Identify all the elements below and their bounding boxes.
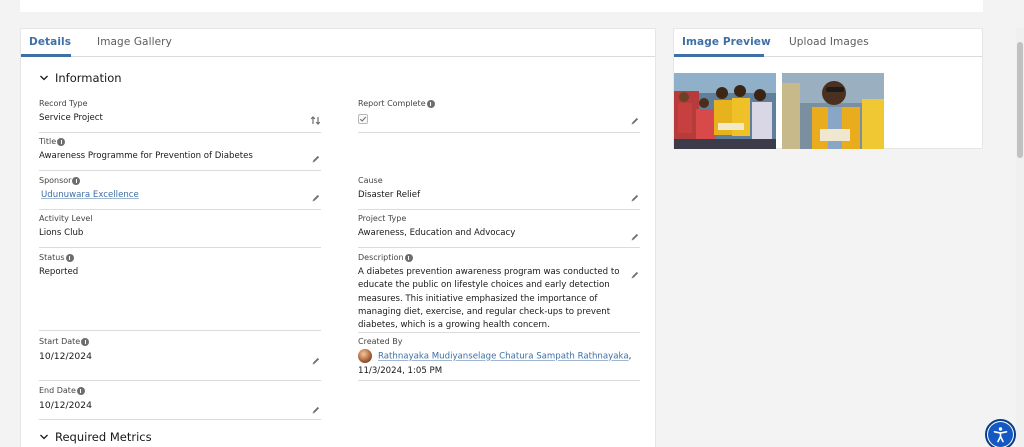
field-project-type: Project Type Awareness, Education and Ad… [358,213,640,248]
accessibility-icon-bg [988,422,1013,447]
preview-image[interactable] [674,73,776,149]
project-type-value: Awareness, Education and Advocacy [358,228,516,238]
section-information-title: Information [55,71,122,85]
event-photo-2 [782,73,884,149]
tab-image-preview[interactable]: Image Preview [682,36,771,48]
created-by-user-link[interactable]: Rathnayaka Mudiyanselage Chatura Sampath… [378,352,629,362]
accessibility-button[interactable] [985,419,1016,447]
page-scrollbar[interactable] [1016,28,1024,447]
record-type-label: Record Type [39,99,88,108]
accessibility-icon [993,427,1008,443]
created-by-label: Created By [358,337,403,346]
end-date-value: 10/12/2024 [39,400,92,411]
preview-image[interactable] [782,73,884,149]
end-date-label-row: End Date [39,385,321,396]
section-required-metrics-toggle[interactable]: Required Metrics [39,430,152,444]
start-date-label: Start Date [39,337,81,346]
field-title: Title Awareness Programme for Prevention… [39,136,321,171]
cause-label: Cause [358,176,383,185]
activity-level-value: Lions Club [39,228,84,238]
start-date-label-row: Start Date [39,336,321,347]
report-complete-label-row: Report Complete [358,98,640,109]
end-date-label: End Date [39,386,76,395]
checkmark-icon [359,116,367,122]
section-required-metrics-title: Required Metrics [55,430,152,444]
title-label-row: Title [39,136,321,147]
field-report-complete: Report Complete [358,98,640,133]
created-by-value: Rathnayaka Mudiyanselage Chatura Sampath… [358,349,640,378]
status-label-row: Status [39,252,321,263]
pencil-icon[interactable] [311,405,321,415]
description-value: A diabetes prevention awareness program … [358,266,640,332]
description-line: measures. This initiative emphasized the… [358,293,598,304]
pencil-icon[interactable] [311,154,321,164]
swap-icon[interactable] [310,115,321,126]
top-card [20,0,983,12]
pencil-icon[interactable] [311,356,321,366]
info-icon[interactable] [57,137,66,146]
field-description: Description A diabetes prevention awaren… [358,252,640,333]
start-date-value: 10/12/2024 [39,351,92,362]
description-line: educate the public on lifestyle choices … [358,280,610,291]
chevron-down-icon [40,434,48,440]
pencil-icon[interactable] [630,116,640,126]
pencil-icon[interactable] [630,270,640,280]
status-label: Status [39,253,65,262]
field-start-date: Start Date 10/12/2024 [39,336,321,381]
report-complete-label: Report Complete [358,99,426,108]
cause-value: Disaster Relief [358,190,421,200]
info-icon[interactable] [76,386,85,395]
pencil-icon[interactable] [311,193,321,203]
field-activity-level: Activity Level Lions Club [39,213,321,248]
report-complete-checkbox[interactable] [358,114,368,124]
title-value: Awareness Programme for Prevention of Di… [39,151,253,161]
field-cause: Cause Disaster Relief [358,175,640,210]
image-preview-card: Image Preview Upload Images [673,28,983,149]
field-created-by: Created By Rathnayaka Mudiyanselage Chat… [358,336,640,381]
chevron-down-icon [40,75,48,81]
info-icon[interactable] [426,99,435,108]
pencil-icon[interactable] [630,193,640,203]
field-status: Status Reported [39,252,321,331]
tab-image-gallery[interactable]: Image Gallery [97,36,172,48]
record-type-value: Service Project [39,113,103,123]
event-photo-1 [674,73,776,149]
pencil-icon[interactable] [630,232,640,242]
description-line: diabetes, which is a growing health conc… [358,320,550,331]
info-icon[interactable] [65,253,74,262]
field-sponsor: Sponsor Udunuwara Excellence [39,175,321,210]
info-icon[interactable] [72,176,81,185]
field-end-date: End Date 10/12/2024 [39,385,321,420]
description-label-row: Description [358,252,640,263]
image-tabs: Image Preview Upload Images [674,29,982,57]
sponsor-label: Sponsor [39,176,72,185]
created-by-separator: , [628,351,632,362]
section-information-toggle[interactable]: Information [39,71,122,85]
sponsor-link[interactable]: Udunuwara Excellence [41,190,139,200]
activity-level-label: Activity Level [39,214,93,223]
active-tab-indicator [21,54,71,57]
field-record-type: Record Type Service Project [39,98,321,133]
sponsor-label-row: Sponsor [39,175,321,186]
info-icon[interactable] [404,253,413,262]
title-label: Title [39,137,57,146]
tab-details[interactable]: Details [29,36,71,48]
description-line: A diabetes prevention awareness program … [358,267,620,277]
record-details-card: Details Image Gallery Information Record… [20,28,656,447]
status-value: Reported [39,267,79,277]
project-type-label: Project Type [358,214,407,223]
scrollbar-thumb[interactable] [1017,42,1023,158]
info-icon[interactable] [81,337,90,346]
description-line: managing diet, exercise, and regular che… [358,306,611,317]
active-tab-indicator [674,54,764,57]
description-label: Description [358,253,404,262]
avatar[interactable] [358,349,372,363]
created-by-datetime: 11/3/2024, 1:05 PM [358,365,443,376]
details-tabs: Details Image Gallery [21,29,655,57]
tab-upload-images[interactable]: Upload Images [789,36,869,48]
